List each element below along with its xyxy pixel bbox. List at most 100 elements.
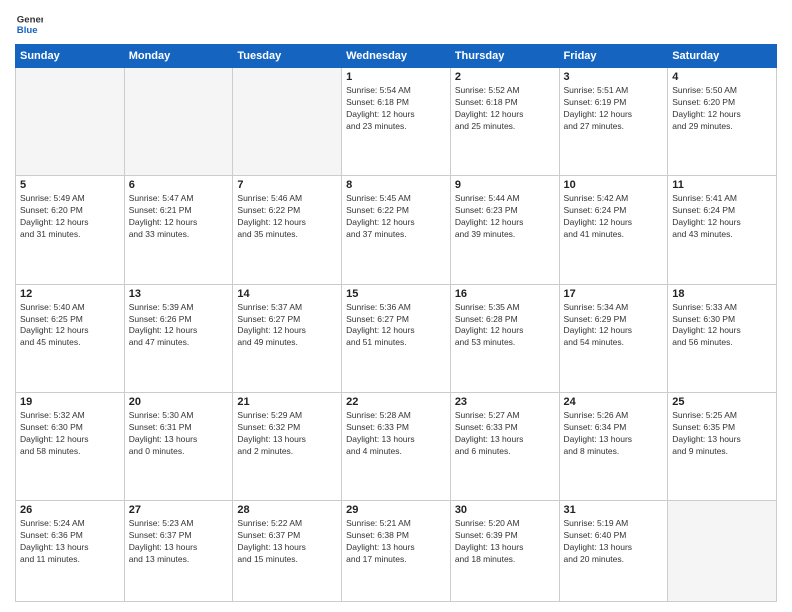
day-number: 10: [564, 179, 664, 191]
day-cell: [668, 501, 777, 602]
day-cell: 31Sunrise: 5:19 AM Sunset: 6:40 PM Dayli…: [559, 501, 668, 602]
day-number: 1: [346, 71, 446, 83]
day-info: Sunrise: 5:28 AM Sunset: 6:33 PM Dayligh…: [346, 410, 446, 458]
day-cell: 26 Sunrise: 5:24 AM Sunset: 6:36 PM Dayli…: [16, 501, 125, 602]
day-cell: 23 Sunrise: 5:27 AM Sunset: 6:33 PM Dayli…: [450, 393, 559, 501]
day-info: Sunrise: 5:29 AM Sunset: 6:32 PM Dayligh…: [237, 410, 337, 458]
day-number: 13: [129, 288, 229, 300]
weekday-header-sunday: Sunday: [16, 45, 125, 68]
day-cell: 13 Sunrise: 5:39 AM Sunset: 6:26 PM Dayli…: [124, 284, 233, 392]
day-info: Sunrise: 5:52 AM Sunset: 6:18 PM Dayligh…: [455, 85, 555, 133]
week-row-1: 1 Sunrise: 5:54 AM Sunset: 6:18 PM Daylig…: [16, 68, 777, 176]
day-cell: 15 Sunrise: 5:36 AM Sunset: 6:27 PM Dayli…: [342, 284, 451, 392]
day-info: Sunrise: 5:41 AM Sunset: 6:24 PM Dayligh…: [672, 193, 772, 241]
day-info: Sunrise: 5:54 AM Sunset: 6:18 PM Dayligh…: [346, 85, 446, 133]
week-row-5: 26 Sunrise: 5:24 AM Sunset: 6:36 PM Dayli…: [16, 501, 777, 602]
day-info: Sunrise: 5:50 AM Sunset: 6:20 PM Dayligh…: [672, 85, 772, 133]
day-cell: [16, 68, 125, 176]
day-number: 23: [455, 396, 555, 408]
day-cell: 10Sunrise: 5:42 AM Sunset: 6:24 PM Dayli…: [559, 176, 668, 284]
day-info: Sunrise: 5:30 AM Sunset: 6:31 PM Dayligh…: [129, 410, 229, 458]
day-cell: 22 Sunrise: 5:28 AM Sunset: 6:33 PM Dayli…: [342, 393, 451, 501]
day-number: 24: [564, 396, 664, 408]
day-cell: 6 Sunrise: 5:47 AM Sunset: 6:21 PM Daylig…: [124, 176, 233, 284]
day-cell: 11 Sunrise: 5:41 AM Sunset: 6:24 PM Dayli…: [668, 176, 777, 284]
day-cell: 16Sunrise: 5:35 AM Sunset: 6:28 PM Dayli…: [450, 284, 559, 392]
day-cell: 2 Sunrise: 5:52 AM Sunset: 6:18 PM Daylig…: [450, 68, 559, 176]
day-cell: 21 Sunrise: 5:29 AM Sunset: 6:32 PM Dayli…: [233, 393, 342, 501]
weekday-header-friday: Friday: [559, 45, 668, 68]
day-number: 2: [455, 71, 555, 83]
weekday-header-saturday: Saturday: [668, 45, 777, 68]
day-number: 8: [346, 179, 446, 191]
day-number: 29: [346, 504, 446, 516]
day-cell: 3Sunrise: 5:51 AM Sunset: 6:19 PM Daylig…: [559, 68, 668, 176]
weekday-header-row: SundayMondayTuesdayWednesdayThursdayFrid…: [16, 45, 777, 68]
day-info: Sunrise: 5:39 AM Sunset: 6:26 PM Dayligh…: [129, 302, 229, 350]
day-number: 11: [672, 179, 772, 191]
day-info: Sunrise: 5:25 AM Sunset: 6:35 PM Dayligh…: [672, 410, 772, 458]
day-number: 30: [455, 504, 555, 516]
day-number: 20: [129, 396, 229, 408]
svg-text:General: General: [17, 14, 43, 25]
day-info: Sunrise: 5:24 AM Sunset: 6:36 PM Dayligh…: [20, 518, 120, 566]
calendar-table: SundayMondayTuesdayWednesdayThursdayFrid…: [15, 44, 777, 602]
day-info: Sunrise: 5:47 AM Sunset: 6:21 PM Dayligh…: [129, 193, 229, 241]
day-number: 18: [672, 288, 772, 300]
day-cell: 28Sunrise: 5:22 AM Sunset: 6:37 PM Dayli…: [233, 501, 342, 602]
day-info: Sunrise: 5:40 AM Sunset: 6:25 PM Dayligh…: [20, 302, 120, 350]
day-number: 7: [237, 179, 337, 191]
day-cell: 4 Sunrise: 5:50 AM Sunset: 6:20 PM Daylig…: [668, 68, 777, 176]
day-cell: 25 Sunrise: 5:25 AM Sunset: 6:35 PM Dayli…: [668, 393, 777, 501]
weekday-header-tuesday: Tuesday: [233, 45, 342, 68]
day-info: Sunrise: 5:22 AM Sunset: 6:37 PM Dayligh…: [237, 518, 337, 566]
header: General Blue: [15, 10, 777, 38]
day-number: 25: [672, 396, 772, 408]
day-info: Sunrise: 5:49 AM Sunset: 6:20 PM Dayligh…: [20, 193, 120, 241]
day-cell: 19 Sunrise: 5:32 AM Sunset: 6:30 PM Dayli…: [16, 393, 125, 501]
day-info: Sunrise: 5:37 AM Sunset: 6:27 PM Dayligh…: [237, 302, 337, 350]
day-info: Sunrise: 5:34 AM Sunset: 6:29 PM Dayligh…: [564, 302, 664, 350]
day-info: Sunrise: 5:45 AM Sunset: 6:22 PM Dayligh…: [346, 193, 446, 241]
week-row-3: 12 Sunrise: 5:40 AM Sunset: 6:25 PM Dayli…: [16, 284, 777, 392]
day-number: 5: [20, 179, 120, 191]
logo-icon: General Blue: [15, 10, 43, 38]
day-number: 12: [20, 288, 120, 300]
day-number: 17: [564, 288, 664, 300]
day-cell: 30 Sunrise: 5:20 AM Sunset: 6:39 PM Dayli…: [450, 501, 559, 602]
day-cell: 27Sunrise: 5:23 AM Sunset: 6:37 PM Dayli…: [124, 501, 233, 602]
logo: General Blue: [15, 10, 43, 38]
day-number: 21: [237, 396, 337, 408]
day-cell: 24 Sunrise: 5:26 AM Sunset: 6:34 PM Dayli…: [559, 393, 668, 501]
day-cell: 8 Sunrise: 5:45 AM Sunset: 6:22 PM Daylig…: [342, 176, 451, 284]
day-cell: 20 Sunrise: 5:30 AM Sunset: 6:31 PM Dayli…: [124, 393, 233, 501]
day-info: Sunrise: 5:27 AM Sunset: 6:33 PM Dayligh…: [455, 410, 555, 458]
day-number: 27: [129, 504, 229, 516]
day-cell: [233, 68, 342, 176]
day-cell: 17 Sunrise: 5:34 AM Sunset: 6:29 PM Dayli…: [559, 284, 668, 392]
day-info: Sunrise: 5:36 AM Sunset: 6:27 PM Dayligh…: [346, 302, 446, 350]
day-cell: 1 Sunrise: 5:54 AM Sunset: 6:18 PM Daylig…: [342, 68, 451, 176]
day-cell: [124, 68, 233, 176]
day-number: 9: [455, 179, 555, 191]
day-number: 16: [455, 288, 555, 300]
weekday-header-thursday: Thursday: [450, 45, 559, 68]
day-cell: 18Sunrise: 5:33 AM Sunset: 6:30 PM Dayli…: [668, 284, 777, 392]
day-info: Sunrise: 5:32 AM Sunset: 6:30 PM Dayligh…: [20, 410, 120, 458]
day-cell: 12 Sunrise: 5:40 AM Sunset: 6:25 PM Dayli…: [16, 284, 125, 392]
day-number: 6: [129, 179, 229, 191]
day-info: Sunrise: 5:51 AM Sunset: 6:19 PM Dayligh…: [564, 85, 664, 133]
weekday-header-monday: Monday: [124, 45, 233, 68]
week-row-4: 19 Sunrise: 5:32 AM Sunset: 6:30 PM Dayli…: [16, 393, 777, 501]
day-cell: 7 Sunrise: 5:46 AM Sunset: 6:22 PM Daylig…: [233, 176, 342, 284]
day-cell: 14Sunrise: 5:37 AM Sunset: 6:27 PM Dayli…: [233, 284, 342, 392]
day-number: 4: [672, 71, 772, 83]
day-number: 15: [346, 288, 446, 300]
day-info: Sunrise: 5:26 AM Sunset: 6:34 PM Dayligh…: [564, 410, 664, 458]
day-info: Sunrise: 5:46 AM Sunset: 6:22 PM Dayligh…: [237, 193, 337, 241]
day-number: 22: [346, 396, 446, 408]
day-number: 19: [20, 396, 120, 408]
day-number: 26: [20, 504, 120, 516]
weekday-header-wednesday: Wednesday: [342, 45, 451, 68]
day-info: Sunrise: 5:20 AM Sunset: 6:39 PM Dayligh…: [455, 518, 555, 566]
